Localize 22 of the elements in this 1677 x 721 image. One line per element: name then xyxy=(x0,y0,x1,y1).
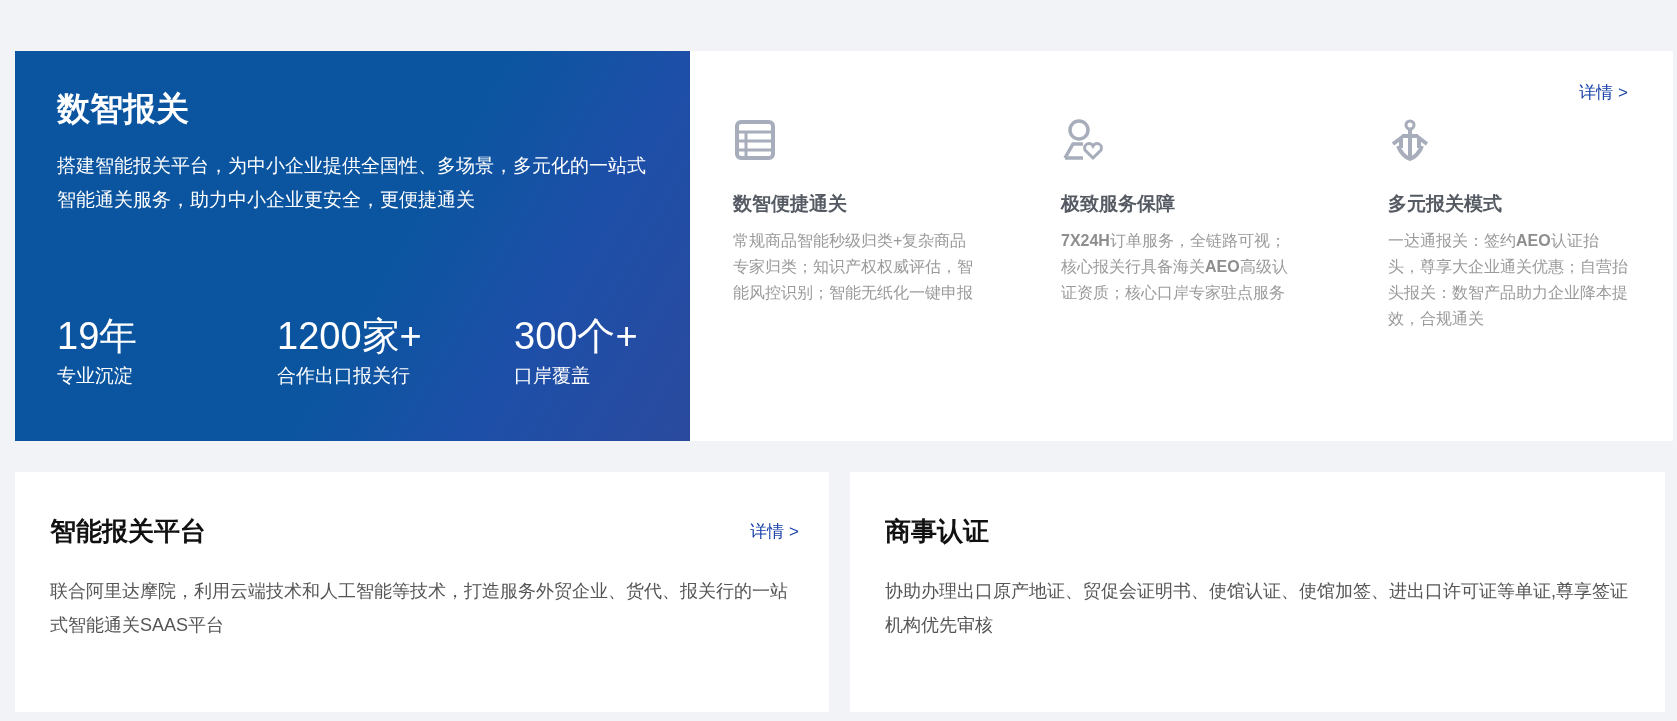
stat-label: 专业沉淀 xyxy=(57,364,133,388)
user-heart-icon xyxy=(1061,118,1105,162)
feature-title: 数智便捷通关 xyxy=(733,192,847,216)
feature-title: 极致服务保障 xyxy=(1061,192,1175,216)
feature-description: 常规商品智能秒级归类+复杂商品专家归类；知识产权权威评估，智能风控识别；智能无纸化一键申报 xyxy=(733,231,973,303)
stat-value: 19年 xyxy=(57,314,138,359)
feature-title: 多元报关模式 xyxy=(1388,192,1502,216)
feature-description: 一达通报关：签约AEO认证抬头，尊享大企业通关优惠；自营抬头报关：数智产品助力企业降本提效，合规通关 xyxy=(1388,231,1628,329)
feature-description: 7X24H订单服务，全链路可视；核心报关行具备海关AEO高级认证资质；核心口岸专家驻点服务 xyxy=(1061,231,1289,303)
details-link[interactable]: 详情 > xyxy=(750,519,799,543)
stat-label: 口岸覆盖 xyxy=(514,364,590,388)
card-title: 智能报关平台 xyxy=(50,515,206,548)
stat-label: 合作出口报关行 xyxy=(277,364,410,388)
details-link[interactable]: 详情 > xyxy=(1579,81,1628,104)
stat-value: 300个+ xyxy=(514,314,638,359)
hero-title: 数智报关 xyxy=(57,89,189,129)
table-icon xyxy=(733,118,777,162)
card-description: 联合阿里达摩院，利用云端技术和人工智能等技术，打造服务外贸企业、货代、报关行的一站式智能通关SAAS平台 xyxy=(50,580,789,637)
card-title: 商事认证 xyxy=(885,515,989,548)
card-description: 协助办理出口原产地证、贸促会证明书、使馆认证、使馆加签、进出口许可证等单证,尊享签证机构优先审核 xyxy=(885,580,1629,637)
stat-value: 1200家+ xyxy=(277,314,422,359)
hero-description: 搭建智能报关平台，为中小企业提供全国性、多场景，多元化的一站式智能通关服务，助力中小企业更安全，更便捷通关 xyxy=(57,154,647,212)
